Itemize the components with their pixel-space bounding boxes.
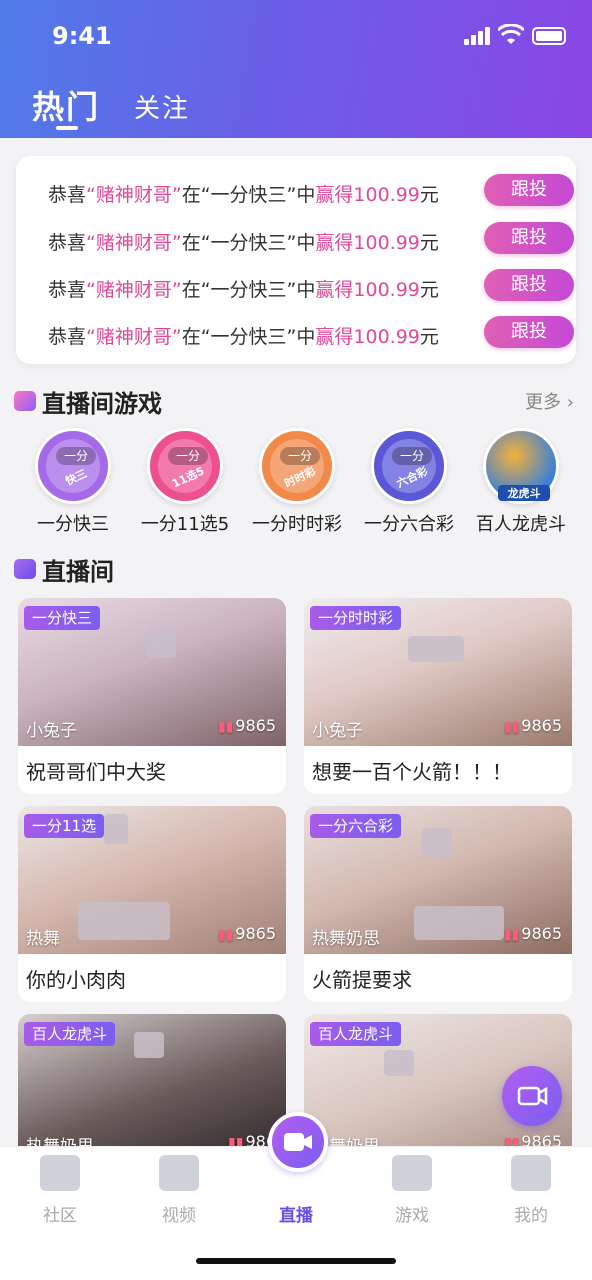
viewers-bars-icon: ▮▮ bbox=[503, 719, 520, 735]
live-center-button[interactable] bbox=[268, 1112, 328, 1172]
live-room-card[interactable]: 一分快三 小兔子 ▮▮ 9865 祝哥哥们中大奖 bbox=[18, 598, 286, 794]
nav-label: 游戏 bbox=[395, 1206, 429, 1226]
live-game-tag: 一分六合彩 bbox=[310, 814, 402, 838]
user-icon bbox=[511, 1155, 551, 1191]
game-logo-icon: 一分 快三 bbox=[35, 428, 111, 504]
live-viewer-count: ▮▮ 9865 bbox=[217, 924, 276, 943]
game-label: 一分时时彩 bbox=[252, 514, 342, 535]
winner-text: 恭喜“赌神财哥”在“一分快三”中赢得100.99元 bbox=[48, 279, 439, 301]
winner-row: 恭喜“赌神财哥”在“一分快三”中赢得100.99元 跟投 bbox=[32, 220, 574, 260]
nav-community[interactable]: 社区 bbox=[20, 1155, 100, 1226]
gamepad-icon bbox=[14, 391, 36, 411]
live-game-tag: 一分时时彩 bbox=[310, 606, 402, 630]
live-viewer-count: ▮▮ 9865 bbox=[217, 716, 276, 735]
live-room-title: 火箭提要求 bbox=[312, 968, 412, 992]
viewers-bars-icon: ▮▮ bbox=[503, 927, 520, 943]
live-host-name: 小兔子 bbox=[312, 721, 363, 741]
live-room-card[interactable]: 一分11选 热舞 ▮▮ 9865 你的小肉肉 bbox=[18, 806, 286, 1002]
live-room-title: 想要一百个火箭！！！ bbox=[312, 760, 512, 784]
follow-bet-button[interactable]: 跟投 bbox=[484, 316, 574, 348]
game-label: 一分快三 bbox=[37, 514, 109, 535]
more-games-link[interactable]: 更多 › bbox=[525, 388, 574, 414]
nav-video[interactable]: 视频 bbox=[139, 1155, 219, 1226]
games-section-title: 直播间游戏 bbox=[42, 389, 162, 418]
header: 9:41 热门 关注 bbox=[0, 0, 592, 138]
live-section-title: 直播间 bbox=[42, 557, 114, 586]
live-game-tag: 百人龙虎斗 bbox=[24, 1022, 116, 1046]
live-room-card[interactable]: 一分六合彩 热舞奶思 ▮▮ 9865 火箭提要求 bbox=[304, 806, 572, 1002]
tab-active-indicator bbox=[56, 126, 78, 130]
winner-row: 恭喜“赌神财哥”在“一分快三”中赢得100.99元 跟投 bbox=[32, 314, 574, 354]
live-game-tag: 一分快三 bbox=[24, 606, 101, 630]
live-host-name: 小兔子 bbox=[26, 721, 77, 741]
game-logo-icon: 一分 时时彩 bbox=[259, 428, 335, 504]
wifi-icon bbox=[498, 24, 524, 44]
game-item[interactable]: 龙虎斗 百人龙虎斗 bbox=[466, 428, 576, 536]
game-logo-icon: 一分 六合彩 bbox=[371, 428, 447, 504]
game-item[interactable]: 一分 六合彩 一分六合彩 bbox=[354, 428, 464, 536]
winner-text: 恭喜“赌神财哥”在“一分快三”中赢得100.99元 bbox=[48, 326, 439, 348]
game-logo-icon: 一分 11选5 bbox=[147, 428, 223, 504]
nav-label: 视频 bbox=[162, 1206, 196, 1226]
video-icon bbox=[159, 1155, 199, 1191]
live-badge-icon bbox=[14, 559, 36, 579]
follow-bet-button[interactable]: 跟投 bbox=[484, 222, 574, 254]
nav-label: 直播 bbox=[279, 1206, 313, 1226]
camera-icon bbox=[284, 1133, 312, 1151]
live-room-title: 祝哥哥们中大奖 bbox=[26, 760, 166, 784]
viewers-bars-icon: ▮▮ bbox=[217, 927, 234, 943]
winner-text: 恭喜“赌神财哥”在“一分快三”中赢得100.99元 bbox=[48, 184, 439, 206]
status-bar: 9:41 bbox=[0, 18, 592, 54]
signal-icon bbox=[464, 27, 492, 45]
tab-follow[interactable]: 关注 bbox=[134, 88, 190, 125]
game-label: 一分11选5 bbox=[140, 514, 230, 535]
battery-icon bbox=[532, 27, 566, 45]
camera-icon bbox=[517, 1086, 548, 1106]
game-item[interactable]: 一分 时时彩 一分时时彩 bbox=[242, 428, 352, 536]
winner-text: 恭喜“赌神财哥”在“一分快三”中赢得100.99元 bbox=[48, 232, 439, 254]
winner-announcement-card: 恭喜“赌神财哥”在“一分快三”中赢得100.99元 跟投 恭喜“赌神财哥”在“一… bbox=[16, 156, 576, 364]
gamepad-icon bbox=[392, 1155, 432, 1191]
nav-label: 我的 bbox=[514, 1206, 548, 1226]
live-game-tag: 一分11选 bbox=[24, 814, 105, 838]
live-section-header: 直播间 bbox=[14, 552, 114, 586]
home-icon bbox=[40, 1155, 80, 1191]
game-label: 一分六合彩 bbox=[364, 514, 454, 535]
live-room-card[interactable]: 一分时时彩 小兔子 ▮▮ 9865 想要一百个火箭！！！ bbox=[304, 598, 572, 794]
games-section-header: 直播间游戏 bbox=[14, 384, 162, 418]
tab-hot[interactable]: 热门 bbox=[32, 82, 100, 128]
live-host-name: 热舞奶思 bbox=[312, 929, 380, 949]
home-indicator bbox=[196, 1258, 396, 1264]
start-live-button[interactable] bbox=[502, 1066, 562, 1126]
winner-row: 恭喜“赌神财哥”在“一分快三”中赢得100.99元 跟投 bbox=[32, 267, 574, 307]
viewers-bars-icon: ▮▮ bbox=[217, 719, 234, 735]
game-item[interactable]: 一分 快三 一分快三 bbox=[18, 428, 128, 536]
dragon-tiger-logo-icon: 龙虎斗 bbox=[483, 428, 559, 504]
nav-label: 社区 bbox=[43, 1206, 77, 1226]
follow-bet-button[interactable]: 跟投 bbox=[484, 269, 574, 301]
follow-bet-button[interactable]: 跟投 bbox=[484, 174, 574, 206]
nav-mine[interactable]: 我的 bbox=[491, 1155, 571, 1226]
live-viewer-count: ▮▮ 9865 bbox=[503, 716, 562, 735]
game-label: 百人龙虎斗 bbox=[476, 514, 566, 535]
live-viewer-count: ▮▮ 9865 bbox=[503, 924, 562, 943]
winner-row: 恭喜“赌神财哥”在“一分快三”中赢得100.99元 跟投 bbox=[32, 172, 574, 212]
nav-games[interactable]: 游戏 bbox=[372, 1155, 452, 1226]
live-host-name: 热舞 bbox=[26, 929, 60, 949]
status-time: 9:41 bbox=[52, 22, 112, 50]
live-game-tag: 百人龙虎斗 bbox=[310, 1022, 402, 1046]
live-room-title: 你的小肉肉 bbox=[26, 968, 126, 992]
game-item[interactable]: 一分 11选5 一分11选5 bbox=[130, 428, 240, 536]
